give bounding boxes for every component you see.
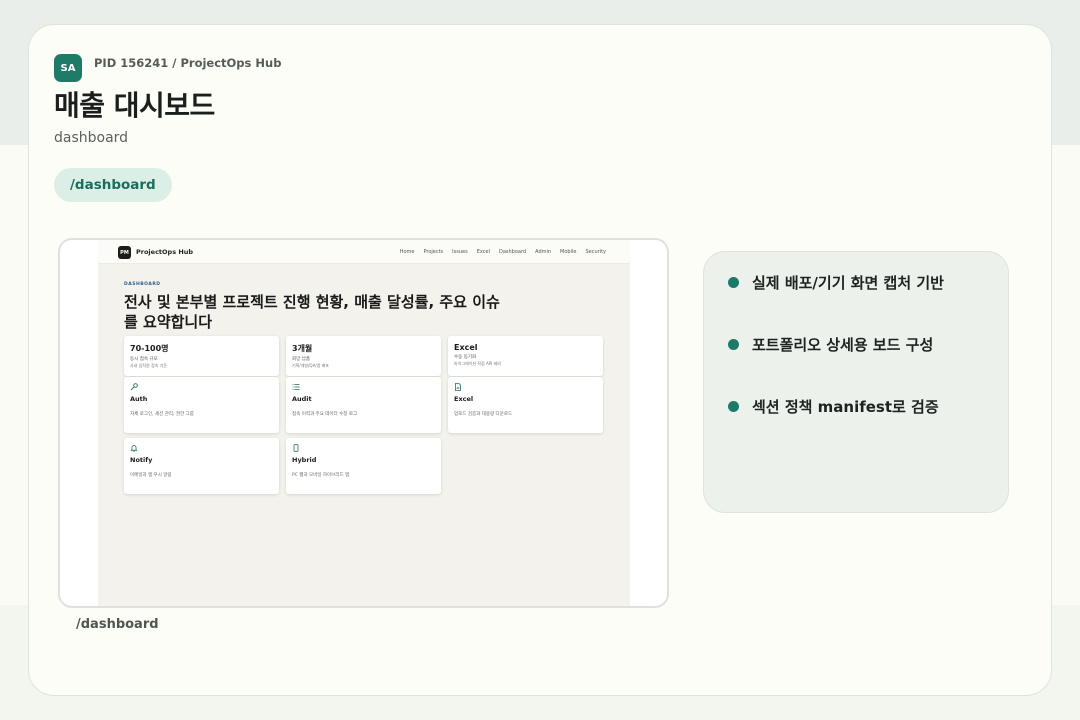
preview-nav-home[interactable]: Home	[400, 249, 415, 255]
stat-note: 기획/개발/QA/앱 배포	[292, 363, 329, 368]
preview-screen: PM ProjectOps Hub Home Projects Issues E…	[98, 240, 630, 606]
feature-item: 섹션 정책 manifest로 검증	[728, 396, 939, 417]
preview-nav-admin[interactable]: Admin	[535, 249, 551, 255]
file-icon	[454, 383, 462, 391]
module-card-audit[interactable]: Audit 접속 이력과 주요 데이터 수정 로그	[286, 377, 441, 433]
stat-value: Excel	[454, 343, 478, 352]
module-name: Hybrid	[292, 456, 317, 464]
route-pill[interactable]: /dashboard	[54, 168, 172, 202]
preview-navbar: PM ProjectOps Hub Home Projects Issues E…	[98, 240, 630, 264]
module-name: Auth	[130, 395, 148, 403]
project-id: PID 156241 / ProjectOps Hub	[94, 56, 282, 70]
module-name: Audit	[292, 395, 312, 403]
preview-nav-excel[interactable]: Excel	[477, 249, 490, 255]
preview-nav-dashboard[interactable]: Dashboard	[499, 249, 526, 255]
bell-icon	[130, 444, 138, 452]
preview-brand: ProjectOps Hub	[136, 248, 194, 256]
preview-nav-security[interactable]: Security	[585, 249, 606, 255]
module-card-auth[interactable]: Auth 자체 로그인, 세션 관리, 권한 그룹	[124, 377, 279, 433]
bullet-dot-icon	[728, 277, 739, 288]
mobile-icon	[292, 444, 300, 452]
list-icon	[292, 383, 300, 391]
module-desc: PC 웹과 모바일 하이브리드 앱	[292, 473, 350, 478]
bullet-dot-icon	[728, 401, 739, 412]
stat-card: 3개월 회망 납품 기획/개발/QA/앱 배포	[286, 336, 441, 376]
stat-value: 70-100명	[130, 344, 169, 353]
stat-card: 70-100명 동시 접속 규모 사내 임직원 접속 기준	[124, 336, 279, 376]
stat-note: 마이그레이션 직접 API 제외	[454, 361, 501, 366]
preview-nav-links: Home Projects Issues Excel Dashboard Adm…	[400, 249, 606, 255]
screenshot-frame: PM ProjectOps Hub Home Projects Issues E…	[58, 238, 669, 608]
stat-label: 동시 접속 규모	[130, 357, 158, 362]
module-name: Notify	[130, 456, 153, 464]
key-icon	[130, 383, 138, 391]
module-card-excel[interactable]: Excel 업로드 검증과 대용량 다운로드	[448, 377, 603, 433]
stat-value: 3개월	[292, 344, 313, 353]
page-subtitle: dashboard	[54, 130, 129, 146]
page-title: 매출 대시보드	[54, 89, 215, 122]
preview-nav-mobile[interactable]: Mobile	[560, 249, 576, 255]
stat-label: 회망 납품	[292, 357, 310, 362]
preview-nav-projects[interactable]: Projects	[423, 249, 443, 255]
feature-item: 실제 배포/기기 화면 캡처 기반	[728, 272, 944, 293]
screenshot-caption: /dashboard	[76, 617, 159, 632]
module-card-hybrid[interactable]: Hybrid PC 웹과 모바일 하이브리드 앱	[286, 438, 441, 494]
feature-text: 포트폴리오 상세용 보드 구성	[752, 336, 934, 354]
stat-card: Excel 수동 동기화 마이그레이션 직접 API 제외	[448, 336, 603, 376]
feature-text: 섹션 정책 manifest로 검증	[752, 398, 939, 416]
module-desc: 접속 이력과 주요 데이터 수정 로그	[292, 412, 358, 417]
module-name: Excel	[454, 395, 474, 403]
feature-text: 실제 배포/기기 화면 캡처 기반	[752, 274, 944, 292]
preview-nav-issues[interactable]: Issues	[452, 249, 468, 255]
module-card-notify[interactable]: Notify 이메일과 앱 푸시 알림	[124, 438, 279, 494]
stat-note: 사내 임직원 접속 기준	[130, 363, 167, 368]
feature-item: 포트폴리오 상세용 보드 구성	[728, 334, 933, 355]
stat-label: 수동 동기화	[454, 355, 477, 360]
module-desc: 자체 로그인, 세션 관리, 권한 그룹	[130, 412, 194, 417]
module-desc: 업로드 검증과 대용량 다운로드	[454, 412, 513, 417]
preview-logo: PM	[118, 246, 131, 259]
module-desc: 이메일과 앱 푸시 알림	[130, 473, 172, 478]
preview-kicker: DASHBOARD	[124, 282, 161, 287]
avatar: SA	[54, 54, 82, 82]
bullet-dot-icon	[728, 339, 739, 350]
feature-panel: 실제 배포/기기 화면 캡처 기반 포트폴리오 상세용 보드 구성 섹션 정책 …	[703, 251, 1009, 513]
preview-headline: 전사 및 본부별 프로젝트 진행 현황, 매출 달성률, 주요 이슈를 요약합니…	[124, 293, 500, 331]
